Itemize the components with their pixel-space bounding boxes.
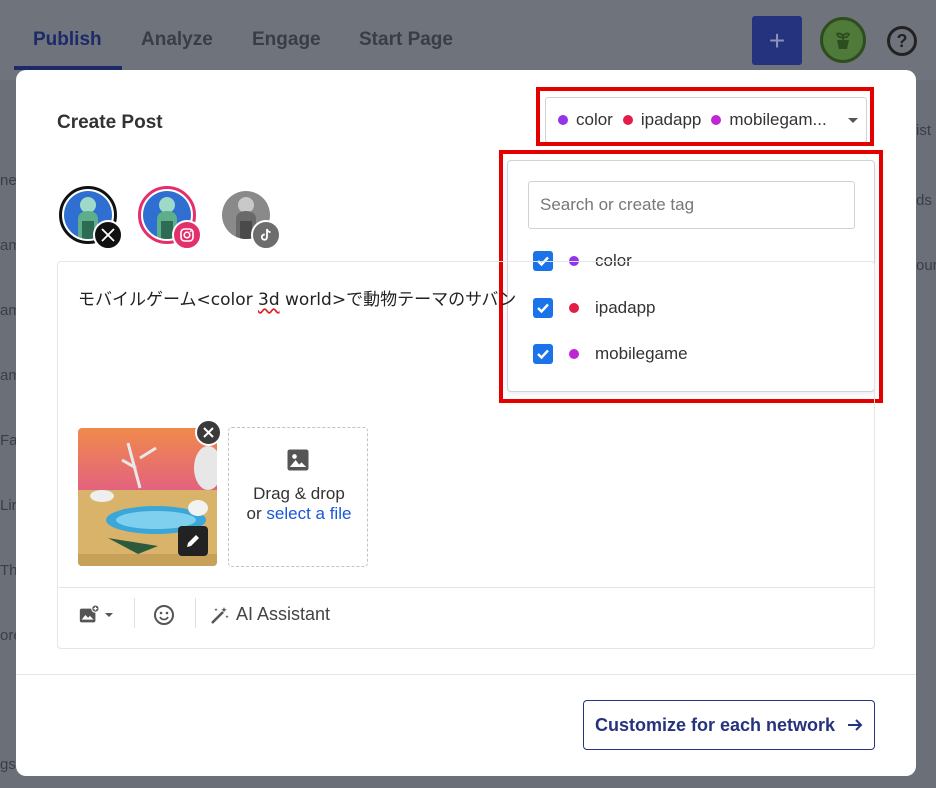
bg-fragment: Lir (0, 497, 17, 514)
caret-down-icon[interactable] (104, 610, 114, 620)
nav-tab-publish[interactable]: Publish (33, 29, 102, 51)
instagram-icon (172, 220, 202, 250)
bg-fragment: Fa (0, 432, 18, 449)
ai-assistant-button[interactable]: AI Assistant (210, 604, 330, 625)
help-icon[interactable]: ? (887, 26, 917, 56)
select-file-link[interactable]: select a file (266, 504, 351, 523)
upload-text-prefix: or (246, 504, 267, 523)
tag-label: mobilegam... (729, 110, 827, 129)
help-glyph: ? (896, 30, 908, 51)
post-composer[interactable]: モバイルゲーム<color 3d world>で動物テーマのサバン Drag &… (57, 261, 875, 649)
post-text-part: world>で動物テーマのサバン (279, 290, 517, 310)
toolbar-separator (134, 598, 135, 628)
emoji-button[interactable] (153, 604, 175, 626)
image-icon (287, 449, 309, 471)
bg-fragment: our (916, 257, 936, 274)
close-icon (203, 427, 214, 438)
toolbar-separator (195, 598, 196, 628)
tag-label: color (576, 110, 613, 129)
emoji-icon (154, 605, 174, 625)
post-text-input[interactable]: モバイルゲーム<color 3d world>で動物テーマのサバン (78, 285, 516, 310)
pencil-icon (187, 535, 199, 547)
background-sidebar: nel am am am Fa Lir Th ore gs (0, 80, 22, 788)
tag-selector[interactable]: color ipadapp mobilegam... (545, 97, 867, 143)
selected-tag-ipadapp: ipadapp (622, 110, 702, 130)
tag-color-dot (558, 115, 568, 125)
divider (16, 674, 916, 675)
add-media-button[interactable] (78, 604, 114, 626)
nav-tab-analyze[interactable]: Analyze (141, 29, 213, 51)
arrow-right-icon (848, 719, 863, 731)
account-avatar-x[interactable] (59, 186, 123, 250)
remove-image-button[interactable] (195, 419, 222, 446)
bg-fragment: ds (916, 192, 932, 209)
edit-image-button[interactable] (178, 526, 208, 556)
image-upload-dropzone[interactable]: Drag & drop or select a file (228, 427, 368, 567)
bg-fragment: ist (916, 122, 931, 139)
new-post-button[interactable]: + (752, 16, 802, 65)
add-image-icon (79, 604, 100, 623)
background-right-panel: ist ds our (916, 100, 936, 788)
tag-label: ipadapp (640, 110, 702, 129)
modal-title: Create Post (57, 112, 163, 133)
plant-icon (835, 32, 851, 49)
bg-fragment: Th (0, 562, 18, 579)
post-text-part: モバイルゲーム<color (78, 290, 258, 310)
nav-tab-engage[interactable]: Engage (252, 29, 321, 51)
selected-tag-color: color (558, 110, 613, 130)
account-avatar-instagram[interactable] (138, 186, 202, 250)
tag-search-input[interactable] (528, 181, 855, 229)
divider (58, 587, 874, 588)
ai-assistant-label: AI Assistant (236, 604, 331, 624)
plus-icon: + (768, 24, 786, 56)
upload-instructions: Drag & drop or select a file (229, 484, 369, 524)
tag-color-dot (622, 115, 633, 125)
button-label: Customize for each network (594, 714, 836, 735)
magic-wand-icon (211, 606, 229, 624)
bg-fragment: gs (0, 756, 16, 773)
upload-text-line: Drag & drop (253, 484, 345, 503)
account-avatar-tiktok[interactable] (217, 186, 281, 250)
tag-color-dot (711, 115, 722, 125)
create-post-modal: Create Post color ipadapp mobilegam... c… (16, 70, 916, 776)
user-avatar[interactable] (820, 17, 866, 63)
misspelled-word: 3d (258, 290, 280, 310)
nav-tab-start-page[interactable]: Start Page (359, 29, 453, 51)
x-logo-icon (93, 220, 123, 250)
tiktok-icon (251, 220, 281, 250)
caret-down-icon (848, 118, 858, 123)
customize-for-each-network-button[interactable]: Customize for each network (583, 700, 875, 750)
selected-tag-mobilegame: mobilegam... (711, 110, 827, 130)
top-navigation: Publish Analyze Engage Start Page + ? (0, 0, 936, 80)
